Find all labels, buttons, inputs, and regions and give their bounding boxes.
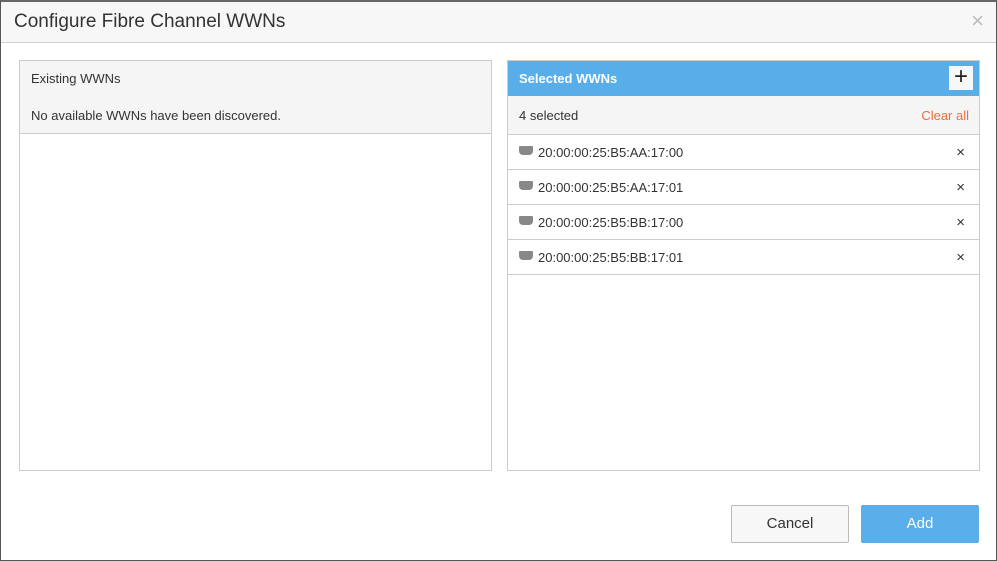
existing-wwns-panel: Existing WWNs No available WWNs have bee… [19, 60, 492, 471]
wwn-list-item: 20:00:00:25:B5:AA:17:01 × [508, 170, 979, 205]
remove-icon[interactable]: × [956, 179, 965, 196]
wwn-list-item: 20:00:00:25:B5:AA:17:00 × [508, 135, 979, 170]
add-wwn-button[interactable]: + [949, 65, 973, 90]
close-icon[interactable]: × [971, 8, 984, 34]
no-wwns-message: No available WWNs have been discovered. [31, 108, 282, 123]
wwn-list-item: 20:00:00:25:B5:BB:17:01 × [508, 240, 979, 275]
hba-port-icon [519, 180, 533, 190]
cancel-button[interactable]: Cancel [731, 505, 849, 543]
dialog-header: Configure Fibre Channel WWNs × [1, 2, 996, 43]
wwn-value: 20:00:00:25:B5:AA:17:00 [538, 144, 684, 160]
remove-icon[interactable]: × [956, 144, 965, 161]
selected-wwns-panel: Selected WWNs + 4 selected Clear all 20:… [507, 60, 980, 471]
clear-all-link[interactable]: Clear all [921, 108, 969, 123]
selected-wwns-title: Selected WWNs [519, 71, 618, 86]
wwn-value: 20:00:00:25:B5:AA:17:01 [538, 179, 684, 195]
wwn-value: 20:00:00:25:B5:BB:17:01 [538, 249, 684, 265]
hba-port-icon [519, 250, 533, 260]
hba-port-icon [519, 145, 533, 155]
selected-wwns-header: Selected WWNs + [508, 61, 979, 96]
existing-wwns-title: Existing WWNs [31, 71, 121, 86]
remove-icon[interactable]: × [956, 214, 965, 231]
hba-port-icon [519, 215, 533, 225]
configure-wwns-dialog: Configure Fibre Channel WWNs × Existing … [0, 0, 997, 561]
add-button[interactable]: Add [861, 505, 979, 543]
selected-count: 4 selected [519, 108, 579, 123]
wwn-value: 20:00:00:25:B5:BB:17:00 [538, 214, 684, 230]
wwn-list-item: 20:00:00:25:B5:BB:17:00 × [508, 205, 979, 240]
dialog-title: Configure Fibre Channel WWNs [14, 11, 286, 32]
remove-icon[interactable]: × [956, 249, 965, 266]
